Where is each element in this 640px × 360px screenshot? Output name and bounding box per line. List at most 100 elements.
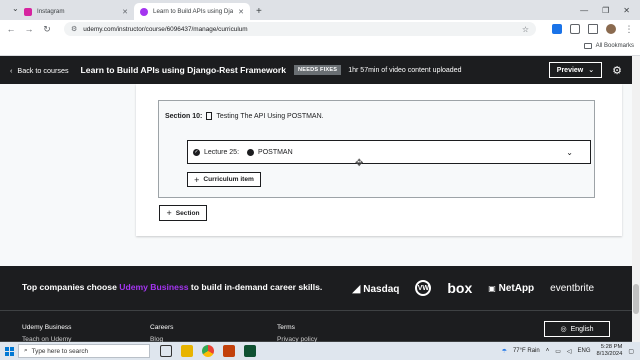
- language-indicator[interactable]: ENG: [578, 348, 591, 354]
- upload-status: 1hr 57min of video content uploaded: [348, 66, 462, 74]
- udemy-business-link[interactable]: Udemy Business: [119, 282, 188, 292]
- chevron-down-icon: ⌄: [588, 67, 595, 74]
- browser-toolbar: ← → ↻ ⚙ udemy.com/instructor/course/6096…: [0, 20, 640, 38]
- weather-text[interactable]: 77°F Rain: [513, 348, 540, 354]
- volume-icon[interactable]: ◁: [567, 348, 572, 355]
- play-circle-icon: [247, 148, 255, 156]
- scrollbar-thumb[interactable]: [633, 284, 639, 314]
- lecture-number: Lecture 25:: [204, 148, 240, 156]
- forward-arrow-icon[interactable]: →: [24, 24, 34, 34]
- back-arrow-icon[interactable]: ←: [6, 24, 16, 34]
- clock[interactable]: 5:28 PM 8/13/2024: [597, 344, 623, 358]
- add-section-button[interactable]: + Section: [159, 205, 207, 221]
- back-label: Back to courses: [17, 65, 69, 75]
- minimize-icon[interactable]: —: [580, 6, 588, 15]
- app-icon[interactable]: [223, 345, 235, 357]
- partner-logos: ◢ Nasdaq VW box ▣ NetApp eventbrite: [352, 280, 594, 296]
- chevron-left-icon: ‹: [10, 65, 13, 75]
- curriculum-area: Section 10: Testing The API Using POSTMA…: [0, 84, 632, 266]
- add-curriculum-item-button[interactable]: + Curriculum item: [187, 172, 261, 187]
- plus-icon: +: [194, 174, 200, 185]
- windows-start-icon[interactable]: [0, 342, 18, 360]
- document-icon: [206, 112, 213, 120]
- all-bookmarks-button[interactable]: All Bookmarks: [583, 43, 634, 49]
- gear-icon[interactable]: ⚙: [612, 64, 622, 77]
- section-button-label: Section: [175, 209, 200, 217]
- system-tray: ☂ 77°F Rain ˄ ▭ ◁ ENG 5:28 PM 8/13/2024 …: [502, 344, 640, 358]
- check-circle-icon: ✓: [193, 148, 200, 156]
- reload-icon[interactable]: ↻: [42, 24, 52, 35]
- network-icon[interactable]: ▭: [555, 348, 561, 355]
- extension-icon[interactable]: [552, 24, 562, 34]
- section-header: Section 10: Testing The API Using POSTMA…: [165, 112, 324, 120]
- preview-label: Preview: [556, 66, 584, 74]
- preview-button[interactable]: Preview ⌄: [548, 62, 603, 78]
- all-bookmarks-label: All Bookmarks: [595, 43, 634, 49]
- chevron-down-icon[interactable]: ⌄: [566, 148, 573, 157]
- page-scrollbar[interactable]: [632, 56, 640, 342]
- back-to-courses-link[interactable]: ‹ Back to courses: [10, 66, 69, 75]
- footer-link-terms[interactable]: Terms: [277, 324, 295, 331]
- eventbrite-logo: eventbrite: [550, 282, 595, 294]
- terminal-icon[interactable]: [244, 345, 256, 357]
- bookmark-star-icon[interactable]: ☆: [522, 25, 529, 34]
- footer-divider: [0, 310, 632, 311]
- task-view-icon[interactable]: [160, 345, 172, 357]
- taskbar-search-placeholder: Type here to search: [31, 347, 89, 355]
- udemy-icon: [140, 7, 148, 16]
- status-badge: NEEDS FIXES: [294, 65, 342, 75]
- volkswagen-logo: VW: [415, 280, 432, 296]
- instagram-icon: [24, 7, 32, 16]
- window-controls: — ❐ ✕: [580, 0, 640, 20]
- tab-title: Instagram: [37, 8, 65, 15]
- notifications-icon[interactable]: ▢: [628, 348, 634, 355]
- lecture-title: POSTMAN: [258, 148, 293, 156]
- tagline-before: Top companies choose: [22, 282, 120, 292]
- section-number: Section 10:: [165, 112, 203, 120]
- close-window-icon[interactable]: ✕: [623, 6, 630, 15]
- browser-tab-strip: ⌄ Instagram ✕ Learn to Build APIs using …: [0, 0, 640, 20]
- tagline-after: to build in-demand career skills.: [188, 282, 323, 292]
- business-tagline: Top companies choose Udemy Business to b…: [22, 282, 322, 292]
- footer-link-udemy-business[interactable]: Udemy Business: [22, 324, 71, 331]
- more-menu-icon[interactable]: ⋮: [624, 24, 634, 35]
- new-tab-button[interactable]: +: [256, 3, 262, 20]
- url-text: udemy.com/instructor/course/6096437/mana…: [83, 25, 248, 33]
- time: 5:28 PM: [600, 344, 623, 350]
- language-label: English: [570, 325, 594, 333]
- chrome-icon[interactable]: [202, 345, 214, 357]
- file-explorer-icon[interactable]: [181, 345, 193, 357]
- netapp-logo: ▣ NetApp: [488, 282, 535, 294]
- language-selector[interactable]: ◎ English: [544, 321, 610, 337]
- course-title: Learn to Build APIs using Django-Rest Fr…: [80, 65, 287, 75]
- lecture-item[interactable]: ✓ Lecture 25: POSTMAN ⌄: [187, 140, 591, 164]
- box-logo: box: [447, 280, 473, 296]
- section-block: Section 10: Testing The API Using POSTMA…: [158, 100, 595, 198]
- globe-icon: ◎: [560, 326, 567, 333]
- browser-tab-instagram[interactable]: Instagram ✕: [18, 3, 134, 20]
- page-footer: Top companies choose Udemy Business to b…: [0, 266, 632, 343]
- address-bar[interactable]: ⚙ udemy.com/instructor/course/6096437/ma…: [64, 22, 536, 36]
- folder-icon: [583, 43, 592, 49]
- tray-chevron-icon[interactable]: ˄: [546, 348, 550, 354]
- close-tab-icon[interactable]: ✕: [238, 8, 244, 16]
- move-cursor-icon: ✥: [355, 158, 364, 169]
- curriculum-item-label: Curriculum item: [203, 176, 254, 183]
- browser-tab-udemy[interactable]: Learn to Build APIs using Djang ✕: [134, 3, 250, 20]
- windows-taskbar: ⌕ Type here to search ☂ 77°F Rain ˄ ▭ ◁ …: [0, 342, 640, 360]
- date: 8/13/2024: [596, 351, 623, 357]
- extensions-puzzle-icon[interactable]: [570, 24, 580, 34]
- taskbar-search[interactable]: ⌕ Type here to search: [18, 344, 150, 358]
- plus-icon: +: [166, 208, 172, 218]
- side-panel-icon[interactable]: [588, 24, 598, 34]
- tab-title: Learn to Build APIs using Djang: [153, 8, 234, 15]
- weather-icon: ☂: [501, 348, 507, 355]
- close-tab-icon[interactable]: ✕: [122, 8, 128, 16]
- search-icon: ⌕: [24, 347, 28, 354]
- taskbar-apps: [160, 345, 256, 357]
- nasdaq-logo: ◢ Nasdaq: [352, 282, 400, 295]
- restore-icon[interactable]: ❐: [602, 6, 609, 15]
- profile-avatar[interactable]: [606, 24, 616, 34]
- footer-link-careers[interactable]: Careers: [150, 324, 173, 331]
- site-info-icon[interactable]: ⚙: [71, 25, 77, 33]
